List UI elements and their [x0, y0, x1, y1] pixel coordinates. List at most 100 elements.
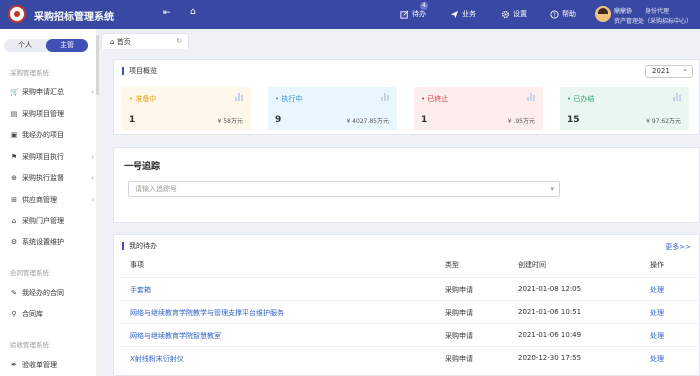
- tab-bar: ⌂ 首页 ↻: [99, 29, 700, 49]
- stat-card-executing[interactable]: • 执行中 9 ¥ 4027.85万元: [268, 87, 397, 130]
- sidebar-item-portal[interactable]: ⌂ 采购门户管理: [10, 216, 96, 226]
- stat-label: • 已终止: [421, 95, 449, 103]
- tab-home-label: 首页: [116, 38, 131, 46]
- todo-time: 2020-12-30 17:55: [518, 354, 582, 362]
- table-header-item: 事项: [130, 261, 144, 269]
- sidebar-item-label: 供应商管理: [22, 196, 57, 204]
- help-label: 帮助: [562, 10, 576, 18]
- chevron-left-icon: ‹: [91, 196, 94, 204]
- sidebar-item-project-mgmt[interactable]: ▤ 采购项目管理: [10, 109, 96, 119]
- sidebar-item-purchase-summary[interactable]: 🛒 采购申请汇总 ‹: [10, 87, 96, 97]
- process-link[interactable]: 处理: [650, 354, 664, 364]
- table-header-action: 操作: [650, 261, 664, 269]
- stat-card-terminated[interactable]: • 已终止 1 ¥ .95万元: [414, 87, 543, 130]
- settings-button[interactable]: 设置: [501, 9, 527, 19]
- todo-type: 采购申请: [445, 286, 473, 294]
- process-link[interactable]: 处理: [650, 285, 664, 295]
- business-button[interactable]: 业务: [450, 9, 476, 19]
- stat-count: 9: [275, 115, 282, 125]
- stat-card-preparing[interactable]: • 准备中 1 ¥ 58万元: [122, 87, 251, 130]
- more-link[interactable]: 更多>>: [665, 242, 691, 252]
- sidebar-item-label: 采购项目执行: [22, 153, 64, 161]
- overview-title: 项目概览: [122, 67, 157, 75]
- role-switch[interactable]: 个人 主管: [4, 39, 88, 52]
- refresh-icon[interactable]: ↻: [176, 37, 182, 45]
- role-personal[interactable]: 个人: [4, 39, 46, 52]
- help-button[interactable]: ? 帮助: [550, 9, 576, 19]
- bar-chart-icon: [381, 93, 389, 101]
- table-row: 手套箱 采购申请 2021-01-08 12:05 处理: [120, 277, 700, 300]
- section-title-contract: 合同管理系统: [10, 269, 49, 277]
- table-header-type: 类型: [445, 261, 459, 269]
- sidebar-item-label: 采购项目管理: [22, 110, 64, 118]
- sidebar-item-label: 我经办的合同: [22, 289, 64, 297]
- sidebar-item-label: 系统设置维护: [22, 238, 64, 246]
- stat-card-completed[interactable]: • 已办结 15 ¥ 97.62万元: [560, 87, 689, 130]
- todo-time: 2021-01-06 10:49: [518, 331, 582, 339]
- list-icon: ▤: [10, 110, 18, 118]
- gear-icon: ⚙: [10, 238, 18, 246]
- process-link[interactable]: 处理: [650, 308, 664, 318]
- chevron-left-icon: ‹: [91, 174, 94, 182]
- year-select[interactable]: 2021: [645, 64, 693, 78]
- send-icon: [450, 10, 459, 18]
- tracking-number-select[interactable]: 请输入追踪号: [128, 181, 560, 197]
- avatar[interactable]: [595, 6, 611, 22]
- todo-time: 2021-01-08 12:05: [518, 285, 582, 293]
- gear-icon: [501, 10, 510, 18]
- tracking-title: 一号追踪: [124, 162, 161, 172]
- help-icon: ?: [550, 9, 559, 18]
- stat-count: 15: [567, 115, 580, 125]
- sidebar-item-contract-lib[interactable]: ⚲ 合同库: [10, 309, 96, 319]
- home-icon: ⌂: [11, 217, 17, 225]
- table-row: 网络与继续教育学院智慧教室 采购申请 2021-01-06 10:49 处理: [120, 323, 700, 346]
- tab-home[interactable]: ⌂ 首页 ↻: [101, 33, 189, 49]
- stat-amount: ¥ 58万元: [217, 118, 243, 125]
- sidebar-item-label: 我经办的项目: [22, 131, 64, 139]
- sidebar-item-label: 验收单管理: [22, 361, 57, 369]
- university-logo: [8, 5, 26, 23]
- app-title: 采购招标管理系统: [34, 12, 114, 23]
- todo-item-link[interactable]: X射线粉末衍射仪: [130, 354, 184, 364]
- chevron-left-icon: ‹: [91, 88, 94, 96]
- settings-label: 设置: [513, 10, 527, 18]
- sidebar-item-label: 采购申请汇总: [22, 88, 64, 96]
- monitor-icon: ⊕: [11, 174, 17, 182]
- sidebar-item-my-contracts[interactable]: ✎ 我经办的合同: [10, 288, 96, 298]
- todo-icon: [400, 10, 409, 19]
- stat-label: • 执行中: [275, 95, 303, 103]
- bar-chart-icon: [527, 93, 535, 101]
- svg-text:?: ?: [553, 12, 556, 18]
- todo-item-link[interactable]: 网络与继续教育学院智慧教室: [130, 331, 221, 341]
- cart-icon: 🛒: [10, 88, 19, 96]
- top-bar: 采购招标管理系统 ⇤ ⌂ 4 待办 业务 设置 ? 帮助 鼎鼎协 身份代理 资产…: [0, 0, 700, 29]
- role-main[interactable]: 主管: [46, 39, 88, 52]
- table-row: 网络与继续教育学院教学与管理支撑平台维护服务 采购申请 2021-01-06 1…: [120, 300, 700, 323]
- todo-type: 采购申请: [445, 355, 473, 363]
- sidebar-item-acceptance[interactable]: ✒ 验收单管理: [10, 360, 96, 370]
- sidebar-item-project-exec[interactable]: ⚑ 采购项目执行 ‹: [10, 152, 96, 162]
- user-name[interactable]: 鼎鼎协: [614, 6, 632, 15]
- todo-type: 采购申请: [445, 309, 473, 317]
- chevron-left-icon: ‹: [91, 153, 94, 161]
- business-label: 业务: [462, 10, 476, 18]
- stat-label: • 准备中: [129, 95, 157, 103]
- todo-time: 2021-01-06 10:51: [518, 308, 582, 316]
- todo-button[interactable]: 待办: [400, 9, 426, 19]
- todo-item-link[interactable]: 手套箱: [130, 285, 151, 295]
- sidebar-item-my-projects[interactable]: ▣ 我经办的项目: [10, 130, 96, 140]
- stat-amount: ¥ 97.62万元: [646, 118, 681, 125]
- todo-type: 采购申请: [445, 332, 473, 340]
- process-link[interactable]: 处理: [650, 331, 664, 341]
- home-icon[interactable]: ⌂: [190, 7, 196, 17]
- sidebar-item-system-settings[interactable]: ⚙ 系统设置维护: [10, 237, 96, 247]
- main-content: 项目概览 2021 • 准备中 1 ¥ 58万元 • 执行中 9 ¥ 4027.…: [99, 49, 700, 376]
- supplier-icon: ⊞: [11, 196, 17, 204]
- sidebar-item-supplier[interactable]: ⊞ 供应商管理 ‹: [10, 195, 96, 205]
- sidebar-item-exec-monitor[interactable]: ⊕ 采购执行监督 ‹: [10, 173, 96, 183]
- user-role[interactable]: 身份代理: [645, 6, 669, 15]
- collapse-sidebar-icon[interactable]: ⇤: [163, 8, 171, 18]
- exec-icon: ⚑: [10, 153, 18, 161]
- todo-item-link[interactable]: 网络与继续教育学院教学与管理支撑平台维护服务: [130, 308, 284, 318]
- tracking-card: 一号追踪 请输入追踪号: [113, 147, 700, 223]
